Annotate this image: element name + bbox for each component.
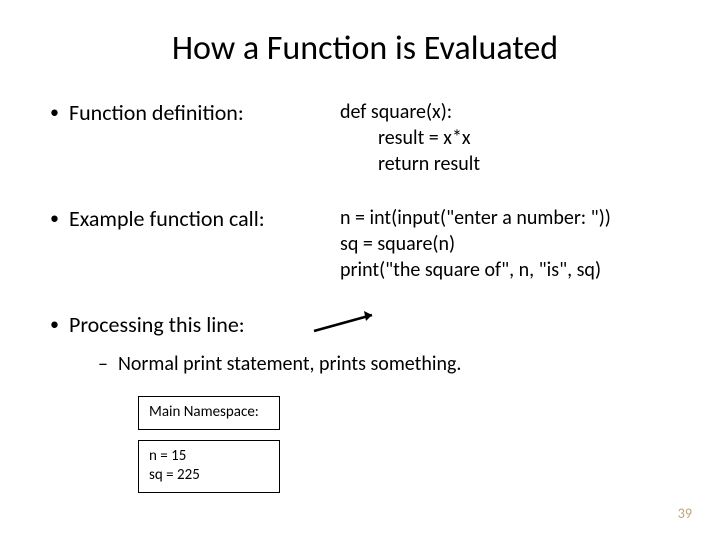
bullet-definition: • Function definition: [50, 99, 340, 126]
dash-icon: – [98, 352, 108, 376]
namespace-values-box: n = 15 sq = 225 [138, 440, 280, 493]
bullet-dot-icon: • [50, 99, 59, 126]
code-def-line1: def square(x): [340, 99, 680, 125]
slide: How a Function is Evaluated • Function d… [0, 0, 720, 540]
code-call: n = int(input("enter a number: ")) sq = … [340, 205, 680, 283]
code-call-line2: sq = square(n) [340, 231, 680, 257]
sub-bullet: – Normal print statement, prints somethi… [98, 352, 680, 376]
arrow-icon [310, 307, 388, 337]
code-call-line3: print("the square of", n, "is", sq) [340, 257, 680, 283]
namespace-title: Main Namespace: [149, 403, 269, 423]
bullet-processing: • Processing this line: [50, 311, 245, 338]
code-def-line2: result = x*x [340, 125, 680, 151]
code-definition: def square(x): result = x*x return resul… [340, 99, 680, 177]
code-def-line3: return result [340, 151, 680, 177]
bullet-call-text: Example function call: [69, 205, 265, 232]
bullet-call: • Example function call: [50, 205, 340, 232]
bullet-definition-text: Function definition: [69, 99, 244, 126]
row-processing: • Processing this line: [50, 311, 680, 338]
namespace-sq: sq = 225 [149, 466, 269, 486]
slide-title: How a Function is Evaluated [50, 28, 680, 69]
namespace-title-box: Main Namespace: [138, 396, 280, 430]
bullet-dot-icon: • [50, 311, 59, 338]
row-call: • Example function call: n = int(input("… [50, 205, 680, 283]
page-number: 39 [678, 505, 692, 522]
code-call-line1: n = int(input("enter a number: ")) [340, 205, 680, 231]
row-definition: • Function definition: def square(x): re… [50, 99, 680, 177]
namespace-n: n = 15 [149, 447, 269, 467]
bullet-dot-icon: • [50, 205, 59, 232]
sub-bullet-text: Normal print statement, prints something… [118, 352, 461, 376]
bullet-processing-text: Processing this line: [69, 311, 245, 338]
